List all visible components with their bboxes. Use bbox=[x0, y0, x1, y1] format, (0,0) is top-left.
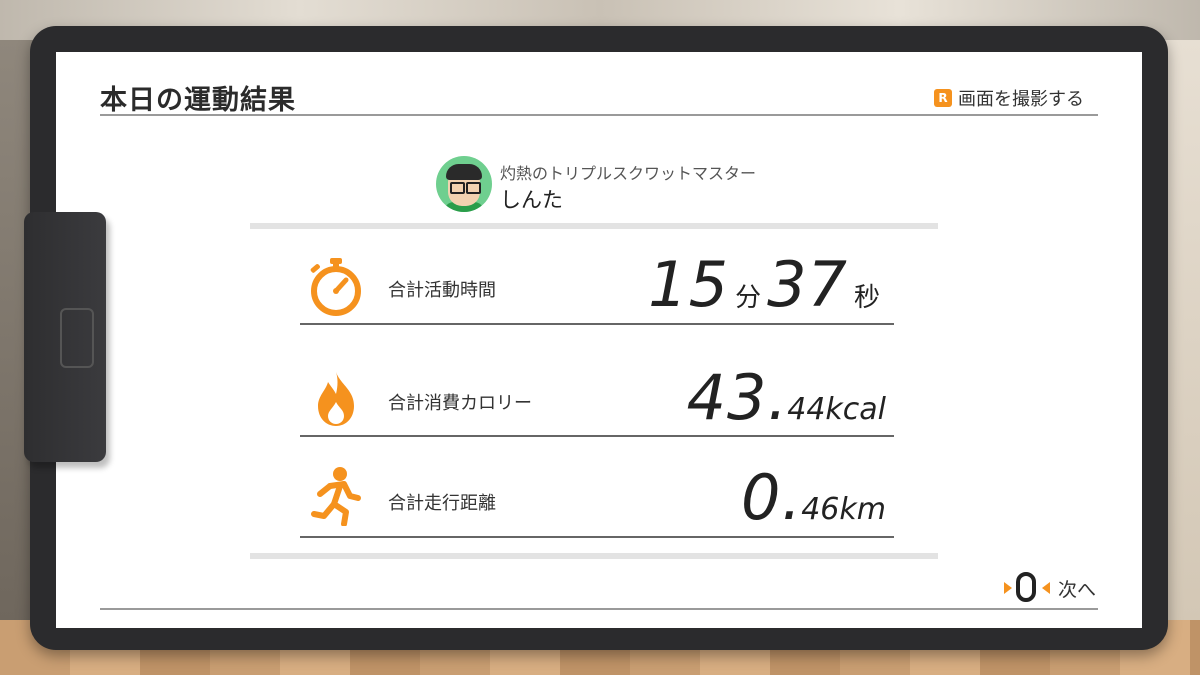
ring-con-icon bbox=[1004, 572, 1050, 604]
row-divider bbox=[300, 536, 894, 538]
stats-top-divider bbox=[250, 223, 938, 229]
screenshot-label: 画面を撮影する bbox=[958, 89, 1084, 110]
header-divider bbox=[100, 114, 1098, 116]
footer-divider bbox=[100, 608, 1098, 610]
player-name: しんた bbox=[500, 188, 563, 212]
total-calories-label: 合計消費カロリー bbox=[388, 393, 532, 414]
runner-icon bbox=[306, 466, 366, 527]
stopwatch-icon bbox=[306, 256, 366, 316]
next-label: 次へ bbox=[1058, 578, 1097, 601]
r-button-icon: R bbox=[934, 89, 952, 107]
screenshot-button[interactable]: R 画面を撮影する bbox=[934, 86, 1084, 110]
page-title: 本日の運動結果 bbox=[100, 85, 296, 116]
total-calories-value: 43 . 44kcal bbox=[686, 361, 886, 434]
mii-avatar-icon bbox=[436, 156, 492, 212]
row-divider bbox=[300, 323, 894, 325]
total-distance-label: 合計走行距離 bbox=[388, 493, 496, 514]
stats-bottom-divider bbox=[250, 553, 938, 559]
flame-icon bbox=[306, 368, 366, 428]
results-screen bbox=[56, 52, 1142, 628]
player-title: 灼熱のトリプルスクワットマスター bbox=[500, 164, 757, 183]
clipboard-clip bbox=[24, 212, 106, 462]
next-button[interactable]: 次へ bbox=[1004, 572, 1096, 604]
row-divider bbox=[300, 435, 894, 437]
total-distance-value: 0 . 46km bbox=[741, 461, 886, 534]
total-activity-time-label: 合計活動時間 bbox=[388, 280, 496, 301]
total-activity-time-value: 15 分 37 秒 bbox=[648, 248, 880, 321]
